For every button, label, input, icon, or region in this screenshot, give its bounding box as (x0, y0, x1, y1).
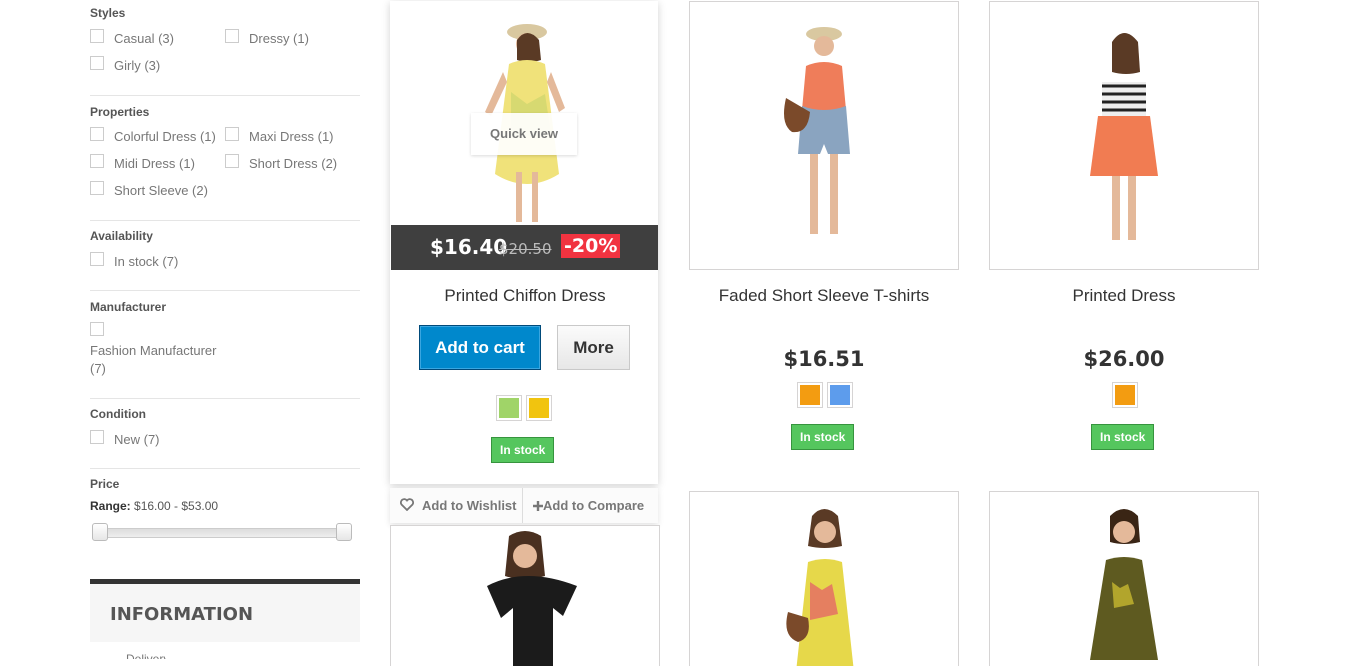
slider-track[interactable] (98, 528, 344, 538)
discount-badge: -20% (561, 234, 621, 258)
information-link-delivery[interactable]: Delivery (126, 652, 166, 659)
color-swatch-blue[interactable] (827, 382, 853, 408)
filter-styles: Styles Casual (3) Dressy (1) Girly (3) (90, 6, 309, 73)
product-image (1090, 509, 1158, 660)
filter-manufacturer: Manufacturer Fashion Manufacturer (7) (90, 290, 360, 399)
filter-price-separator (90, 468, 360, 470)
product-functional-buttons: Add to Wishlist Add to Compare (390, 488, 658, 523)
color-swatch-orange[interactable] (797, 382, 823, 408)
product-price: $26.00 (1083, 347, 1165, 371)
color-swatch-green[interactable] (496, 395, 522, 421)
product-name[interactable]: Printed Chiffon Dress (390, 286, 660, 306)
checkbox[interactable] (225, 154, 239, 168)
old-price: $20.50 (499, 240, 552, 258)
checkbox[interactable] (225, 127, 239, 141)
filter-availability: Availability In stock (7) (90, 220, 360, 291)
checkbox[interactable] (90, 154, 104, 168)
plus-icon (533, 501, 543, 511)
filter-condition: Condition New (7) (90, 398, 360, 469)
filter-title-manufacturer: Manufacturer (90, 300, 167, 314)
filter-title-condition: Condition (90, 407, 146, 421)
information-title: INFORMATION (110, 604, 254, 625)
add-to-cart-button[interactable]: Add to cart (419, 325, 541, 370)
color-swatch-yellow[interactable] (526, 395, 552, 421)
stock-badge: In stock (491, 437, 555, 463)
product-image (487, 531, 577, 666)
product-name[interactable]: Printed Dress (989, 286, 1259, 306)
filter-option-fashion-manufacturer[interactable]: Fashion Manufacturer (90, 343, 216, 358)
filter-title-price: Price (90, 477, 120, 491)
price-range-text: Range: $16.00 - $53.00 (90, 499, 219, 513)
product-image (1090, 33, 1158, 240)
filter-properties: Properties Colorful Dress (1) Maxi Dress… (90, 95, 360, 221)
heart-icon (400, 498, 414, 511)
stock-badge: In stock (1091, 424, 1155, 450)
filter-title-properties: Properties (90, 105, 150, 119)
checkbox[interactable] (90, 252, 104, 266)
filter-title-availability: Availability (90, 229, 153, 243)
quick-view-button[interactable]: Quick view (471, 113, 577, 155)
color-swatches (496, 395, 552, 421)
product-image (786, 509, 854, 666)
product-image-link[interactable] (689, 1, 959, 270)
product-image (784, 27, 850, 234)
slider-handle-max[interactable] (336, 523, 352, 541)
color-swatches (797, 382, 853, 408)
more-button[interactable]: More (557, 325, 630, 370)
price-range-slider[interactable] (90, 523, 352, 541)
filter-title-styles: Styles (90, 6, 126, 20)
product-image-link[interactable] (390, 525, 660, 666)
product-price: $16.40 (430, 235, 508, 259)
checkbox[interactable] (90, 29, 104, 43)
price-overlay: $16.40 $20.50 -20% (391, 225, 658, 270)
add-to-wishlist-button[interactable]: Add to Wishlist (390, 488, 523, 523)
checkbox[interactable] (90, 56, 104, 70)
color-swatch-orange[interactable] (1112, 382, 1138, 408)
slider-handle-min[interactable] (92, 523, 108, 541)
product-name[interactable]: Faded Short Sleeve T-shirts (689, 286, 959, 306)
information-block: INFORMATION (90, 579, 360, 642)
filter-option-count: (7) (90, 361, 106, 376)
product-image-link[interactable] (689, 491, 959, 666)
product-image-link[interactable] (989, 491, 1259, 666)
stock-badge: In stock (791, 424, 855, 450)
color-swatches (1112, 382, 1138, 408)
checkbox[interactable] (90, 181, 104, 195)
product-image-link[interactable] (989, 1, 1259, 270)
checkbox[interactable] (90, 430, 104, 444)
add-to-compare-button[interactable]: Add to Compare (533, 498, 644, 513)
checkbox[interactable] (225, 29, 239, 43)
product-price: $16.51 (783, 347, 865, 371)
checkbox[interactable] (90, 322, 104, 336)
checkbox[interactable] (90, 127, 104, 141)
